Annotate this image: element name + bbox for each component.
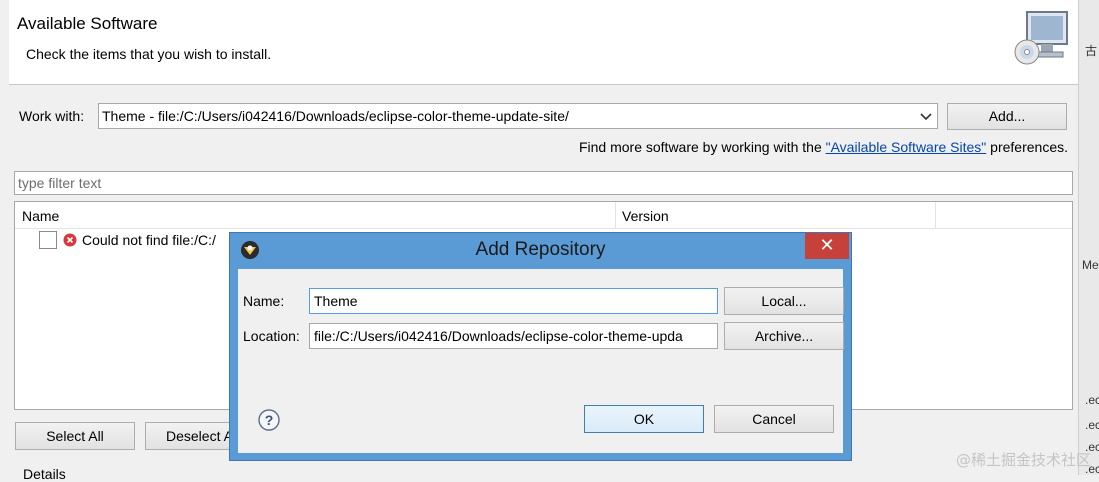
repository-name-value: Theme (314, 293, 358, 309)
repository-location-field[interactable]: file:/C:/Users/i042416/Downloads/eclipse… (309, 323, 718, 349)
local-label: Local... (761, 293, 807, 309)
filter-placeholder: type filter text (18, 175, 102, 191)
name-label: Name: (243, 293, 285, 309)
watermark-text: @稀土掘金技术社区 (955, 451, 1091, 469)
wizard-header: Available Software Check the items that … (9, 0, 1078, 85)
archive-button[interactable]: Archive... (724, 322, 844, 350)
ok-button[interactable]: OK (584, 405, 704, 433)
archive-label: Archive... (754, 328, 814, 344)
add-site-label: Add... (988, 108, 1026, 124)
cancel-label: Cancel (752, 411, 796, 427)
column-name[interactable]: Name (22, 208, 59, 224)
find-more-prefix: Find more software by working with the (578, 139, 826, 155)
column-divider (615, 202, 616, 228)
available-software-sites-link[interactable]: "Available Software Sites" (826, 139, 987, 155)
error-icon (63, 233, 77, 247)
find-more-suffix: preferences. (986, 139, 1068, 155)
strip-item: Me (1082, 258, 1099, 272)
location-label: Location: (243, 328, 300, 344)
strip-item: .ec (1085, 418, 1099, 432)
tree-row-label: Could not find file:/C:/ (82, 232, 216, 248)
background-app-strip: 古 Me .ec .ec .ec .ec (1078, 0, 1099, 475)
install-monitor-icon (1014, 11, 1068, 65)
help-icon[interactable]: ? (258, 409, 280, 431)
select-all-label: Select All (46, 428, 104, 444)
chevron-down-icon[interactable] (919, 110, 933, 124)
tree-header: Name Version (15, 202, 1072, 229)
strip-item: 古 (1085, 44, 1098, 58)
filter-input[interactable]: type filter text (14, 171, 1073, 195)
add-site-button[interactable]: Add... (947, 103, 1067, 130)
page-subtitle: Check the items that you wish to install… (26, 46, 272, 62)
work-with-value: Theme - file:/C:/Users/i042416/Downloads… (102, 108, 569, 124)
row-checkbox[interactable] (39, 231, 57, 249)
column-version[interactable]: Version (622, 208, 669, 224)
local-button[interactable]: Local... (724, 287, 844, 315)
cancel-button[interactable]: Cancel (714, 405, 834, 433)
work-with-label: Work with: (19, 108, 85, 124)
close-button[interactable]: ✕ (805, 233, 849, 259)
strip-item: .ec (1085, 393, 1099, 407)
details-label: Details (23, 466, 66, 482)
dialog-title: Add Repository (475, 239, 606, 260)
work-with-combo[interactable]: Theme - file:/C:/Users/i042416/Downloads… (98, 103, 938, 129)
ok-label: OK (633, 411, 655, 427)
repository-location-value: file:/C:/Users/i042416/Downloads/eclipse… (314, 328, 683, 344)
column-divider (935, 202, 936, 228)
find-more-text: Find more software by working with the "… (579, 139, 1068, 155)
page-title: Available Software (17, 14, 158, 33)
repository-name-field[interactable]: Theme (309, 288, 718, 314)
deselect-all-label: Deselect A (166, 428, 233, 444)
dialog-body: Name: Theme Local... Location: file:/C:/… (238, 269, 844, 453)
add-repository-dialog: Add Repository ✕ Name: Theme Local... Lo… (229, 232, 852, 461)
svg-text:?: ? (265, 412, 274, 428)
close-icon: ✕ (819, 235, 835, 255)
select-all-button[interactable]: Select All (15, 422, 135, 450)
